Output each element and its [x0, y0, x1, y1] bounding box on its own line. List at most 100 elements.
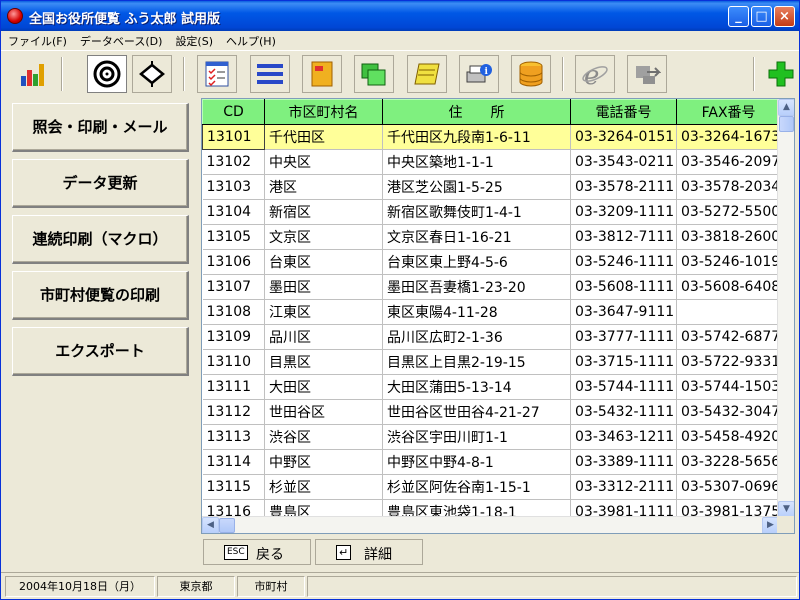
cell-city[interactable]: 新宿区: [264, 199, 383, 225]
cell-address[interactable]: 杉並区阿佐谷南1-15-1: [382, 474, 571, 500]
cell-city[interactable]: 世田谷区: [264, 399, 383, 425]
cell-cd[interactable]: 13112: [202, 399, 265, 425]
target-tool-button[interactable]: [87, 55, 127, 93]
header-address[interactable]: 住 所: [382, 99, 571, 125]
browser-tool-button[interactable]: e: [575, 55, 615, 93]
header-phone[interactable]: 電話番号: [570, 99, 677, 125]
cell-fax[interactable]: 03-5742-6877: [676, 324, 782, 350]
cell-phone[interactable]: 03-3812-7111: [570, 224, 677, 250]
table-row[interactable]: 13103 港区 港区芝公園1-5-25 03-3578-2111 03-3578-20…: [202, 174, 782, 200]
table-row[interactable]: 13104 新宿区 新宿区歌舞伎町1-4-1 03-3209-1111 03-5272-…: [202, 199, 782, 225]
cell-phone[interactable]: 03-5744-1111: [570, 374, 677, 400]
cell-city[interactable]: 中野区: [264, 449, 383, 475]
cell-fax[interactable]: 03-3818-2600: [676, 224, 782, 250]
cell-city[interactable]: 大田区: [264, 374, 383, 400]
detail-button[interactable]: ↵ 詳細: [315, 539, 423, 565]
cell-phone[interactable]: 03-3312-2111: [570, 474, 677, 500]
chart-tool-button[interactable]: [13, 55, 53, 93]
cell-fax[interactable]: 03-5246-1019: [676, 249, 782, 275]
title-bar[interactable]: 全国お役所便覧 ふう太郎 試用版 _ □ ×: [1, 1, 799, 31]
cell-address[interactable]: 大田区蒲田5-13-14: [382, 374, 571, 400]
cell-cd[interactable]: 13113: [202, 424, 265, 450]
cell-phone[interactable]: 03-3264-0151: [570, 124, 677, 150]
cell-phone[interactable]: 03-3543-0211: [570, 149, 677, 175]
diamond-tool-button[interactable]: [132, 55, 172, 93]
table-row[interactable]: 13105 文京区 文京区春日1-16-21 03-3812-7111 03-3818-…: [202, 224, 782, 250]
cell-address[interactable]: 港区芝公園1-5-25: [382, 174, 571, 200]
cell-city[interactable]: 江東区: [264, 299, 383, 325]
cell-cd[interactable]: 13115: [202, 474, 265, 500]
cell-cd[interactable]: 13104: [202, 199, 265, 225]
close-button[interactable]: ×: [774, 6, 795, 27]
minimize-button[interactable]: _: [728, 6, 749, 27]
cell-cd[interactable]: 13114: [202, 449, 265, 475]
cell-cd[interactable]: 13101: [202, 124, 265, 150]
vertical-scroll-thumb[interactable]: [779, 116, 794, 132]
maximize-button[interactable]: □: [751, 6, 772, 27]
cell-fax[interactable]: 03-5458-4920: [676, 424, 782, 450]
database-tool-button[interactable]: [511, 55, 551, 93]
cell-phone[interactable]: 03-5246-1111: [570, 249, 677, 275]
cell-phone[interactable]: 03-3209-1111: [570, 199, 677, 225]
cell-address[interactable]: 目黒区上目黒2-19-15: [382, 349, 571, 375]
cell-fax[interactable]: [676, 299, 782, 325]
cell-city[interactable]: 文京区: [264, 224, 383, 250]
cell-phone[interactable]: 03-3777-1111: [570, 324, 677, 350]
header-cd[interactable]: CD: [202, 99, 265, 125]
cell-fax[interactable]: 03-3228-5656: [676, 449, 782, 475]
cell-phone[interactable]: 03-5432-1111: [570, 399, 677, 425]
table-row[interactable]: 13113 渋谷区 渋谷区宇田川町1-1 03-3463-1211 03-5458-49…: [202, 424, 782, 450]
table-row[interactable]: 13106 台東区 台東区東上野4-5-6 03-5246-1111 03-5246-1…: [202, 249, 782, 275]
cell-cd[interactable]: 13102: [202, 149, 265, 175]
cell-fax[interactable]: 03-5722-9331: [676, 349, 782, 375]
cell-cd[interactable]: 13106: [202, 249, 265, 275]
cell-phone[interactable]: 03-5608-1111: [570, 274, 677, 300]
list-tool-button[interactable]: [250, 55, 290, 93]
cell-fax[interactable]: 03-3578-2034: [676, 174, 782, 200]
cell-city[interactable]: 杉並区: [264, 474, 383, 500]
cell-cd[interactable]: 13103: [202, 174, 265, 200]
checklist-tool-button[interactable]: [197, 55, 237, 93]
horizontal-scroll-thumb[interactable]: [219, 518, 235, 533]
table-row[interactable]: 13107 墨田区 墨田区吾妻橋1-23-20 03-5608-1111 03-5608…: [202, 274, 782, 300]
cell-cd[interactable]: 13109: [202, 324, 265, 350]
table-row[interactable]: 13115 杉並区 杉並区阿佐谷南1-15-1 03-3312-2111 03-5307…: [202, 474, 782, 500]
cell-address[interactable]: 渋谷区宇田川町1-1: [382, 424, 571, 450]
cell-phone[interactable]: 03-3715-1111: [570, 349, 677, 375]
cell-cd[interactable]: 13108: [202, 299, 265, 325]
cell-address[interactable]: 文京区春日1-16-21: [382, 224, 571, 250]
scroll-up-button[interactable]: ▲: [778, 99, 794, 116]
cell-cd[interactable]: 13107: [202, 274, 265, 300]
cell-address[interactable]: 中野区中野4-8-1: [382, 449, 571, 475]
print-info-tool-button[interactable]: i: [459, 55, 499, 93]
cell-address[interactable]: 新宿区歌舞伎町1-4-1: [382, 199, 571, 225]
cell-fax[interactable]: 03-5432-3047: [676, 399, 782, 425]
header-city[interactable]: 市区町村名: [264, 99, 383, 125]
menu-database[interactable]: データベース(D): [73, 31, 169, 50]
cell-city[interactable]: 台東区: [264, 249, 383, 275]
cell-phone[interactable]: 03-3389-1111: [570, 449, 677, 475]
cell-fax[interactable]: 03-3546-2097: [676, 149, 782, 175]
horizontal-scrollbar[interactable]: ◀ ▶: [202, 516, 779, 533]
cell-city[interactable]: 品川区: [264, 324, 383, 350]
cell-phone[interactable]: 03-3647-9111: [570, 299, 677, 325]
cell-address[interactable]: 世田谷区世田谷4-21-27: [382, 399, 571, 425]
menu-help[interactable]: ヘルプ(H): [219, 31, 282, 50]
notepad-tool-button[interactable]: [407, 55, 447, 93]
cell-city[interactable]: 千代田区: [264, 124, 383, 150]
table-row[interactable]: 13111 大田区 大田区蒲田5-13-14 03-5744-1111 03-5744-…: [202, 374, 782, 400]
cell-city[interactable]: 中央区: [264, 149, 383, 175]
cell-address[interactable]: 品川区広町2-1-36: [382, 324, 571, 350]
cell-cd[interactable]: 13110: [202, 349, 265, 375]
table-row[interactable]: 13101 千代田区 千代田区九段南1-6-11 03-3264-0151 03-326…: [202, 124, 782, 150]
table-row[interactable]: 13114 中野区 中野区中野4-8-1 03-3389-1111 03-3228-56…: [202, 449, 782, 475]
nav-municipal-print-button[interactable]: 市町村便覧の印刷: [12, 271, 189, 320]
table-row[interactable]: 13109 品川区 品川区広町2-1-36 03-3777-1111 03-5742-6…: [202, 324, 782, 350]
cell-fax[interactable]: 03-3264-1673: [676, 124, 782, 150]
cell-phone[interactable]: 03-3463-1211: [570, 424, 677, 450]
nav-data-update-button[interactable]: データ更新: [12, 159, 189, 208]
cell-city[interactable]: 渋谷区: [264, 424, 383, 450]
cell-fax[interactable]: 03-5608-6408: [676, 274, 782, 300]
add-tool-button[interactable]: [761, 55, 799, 93]
table-row[interactable]: 13108 江東区 東区東陽4-11-28 03-3647-9111: [202, 299, 782, 325]
